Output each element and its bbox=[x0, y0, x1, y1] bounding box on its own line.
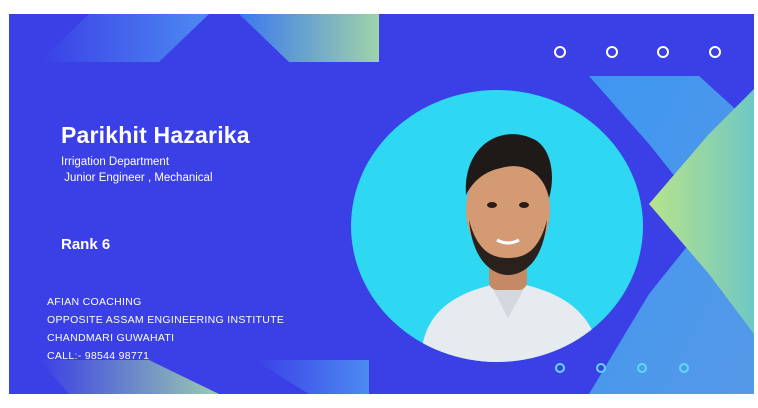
institute-phone: CALL:- 98544 98771 bbox=[47, 350, 150, 362]
profile-photo bbox=[351, 90, 643, 362]
department: Irrigation Department bbox=[61, 156, 170, 168]
institute-locality: CHANDMARI GUWAHATI bbox=[47, 332, 175, 344]
rank: Rank 6 bbox=[61, 236, 111, 253]
ring-dot-icon bbox=[657, 46, 669, 58]
shape-top-diamond bbox=[239, 14, 379, 62]
ring-dot-icon bbox=[606, 46, 618, 58]
person-name: Parikhit Hazarika bbox=[61, 122, 250, 148]
ring-dot-icon bbox=[596, 363, 606, 373]
ring-dot-icon bbox=[709, 46, 721, 58]
profile-card: Parikhit Hazarika Irrigation Department … bbox=[9, 14, 754, 394]
person-illustration bbox=[421, 134, 601, 362]
ring-dot-icon bbox=[555, 363, 565, 373]
shape-bottom-left bbox=[39, 360, 219, 394]
institute-address: OPPOSITE ASSAM ENGINEERING INSTITUTE bbox=[47, 314, 285, 326]
shape-top-left bbox=[39, 14, 209, 62]
institute-name: AFIAN COACHING bbox=[47, 296, 142, 308]
ring-dot-icon bbox=[679, 363, 689, 373]
position: Junior Engineer , Mechanical bbox=[61, 172, 213, 184]
ring-dot-icon bbox=[554, 46, 566, 58]
shape-bottom-center bbox=[254, 360, 369, 394]
ring-dot-icon bbox=[637, 363, 647, 373]
